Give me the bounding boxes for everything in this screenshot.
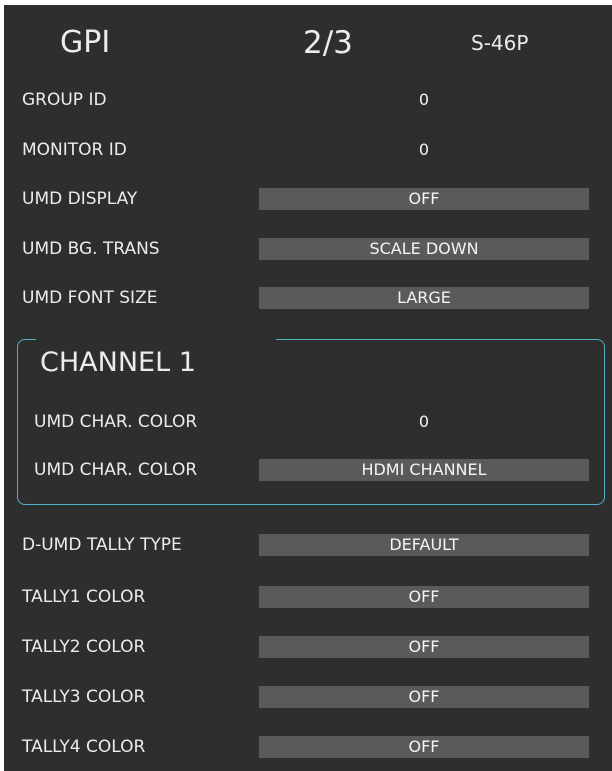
setting-label: TALLY4 COLOR (22, 737, 146, 757)
setting-value[interactable]: OFF (259, 636, 589, 658)
setting-value[interactable]: 0 (259, 137, 589, 163)
setting-label: TALLY1 COLOR (22, 587, 146, 607)
setting-label: D-UMD TALLY TYPE (22, 535, 182, 555)
setting-label: TALLY3 COLOR (22, 687, 146, 707)
menu-title: GPI (60, 25, 111, 60)
setting-label: MONITOR ID (22, 140, 127, 160)
model-name: S-46P (471, 31, 529, 55)
setting-value[interactable]: 0 (259, 409, 589, 435)
setting-value[interactable]: LARGE (259, 287, 589, 309)
setting-label: UMD CHAR. COLOR (34, 460, 198, 480)
setting-label: TALLY2 COLOR (22, 637, 146, 657)
setting-label: UMD DISPLAY (22, 189, 138, 209)
setting-label: UMD BG. TRANS (22, 239, 160, 259)
setting-label: GROUP ID (22, 90, 107, 110)
setting-value[interactable]: SCALE DOWN (259, 238, 589, 260)
channel-group-title-gap (36, 335, 276, 343)
page-indicator: 2/3 (303, 25, 353, 61)
setting-label: UMD FONT SIZE (22, 288, 158, 308)
setting-value[interactable]: 0 (259, 87, 589, 113)
setting-value[interactable]: OFF (259, 686, 589, 708)
setting-label: UMD CHAR. COLOR (34, 412, 198, 432)
setting-value[interactable]: DEFAULT (259, 534, 589, 556)
setting-value[interactable]: OFF (259, 188, 589, 210)
channel-group-title: CHANNEL 1 (40, 347, 196, 378)
setting-value[interactable]: OFF (259, 586, 589, 608)
setting-value[interactable]: HDMI CHANNEL (259, 459, 589, 481)
setting-value[interactable]: OFF (259, 736, 589, 758)
gpi-menu-panel: GPI 2/3 S-46P GROUP ID 0 MONITOR ID 0 UM… (4, 5, 612, 771)
